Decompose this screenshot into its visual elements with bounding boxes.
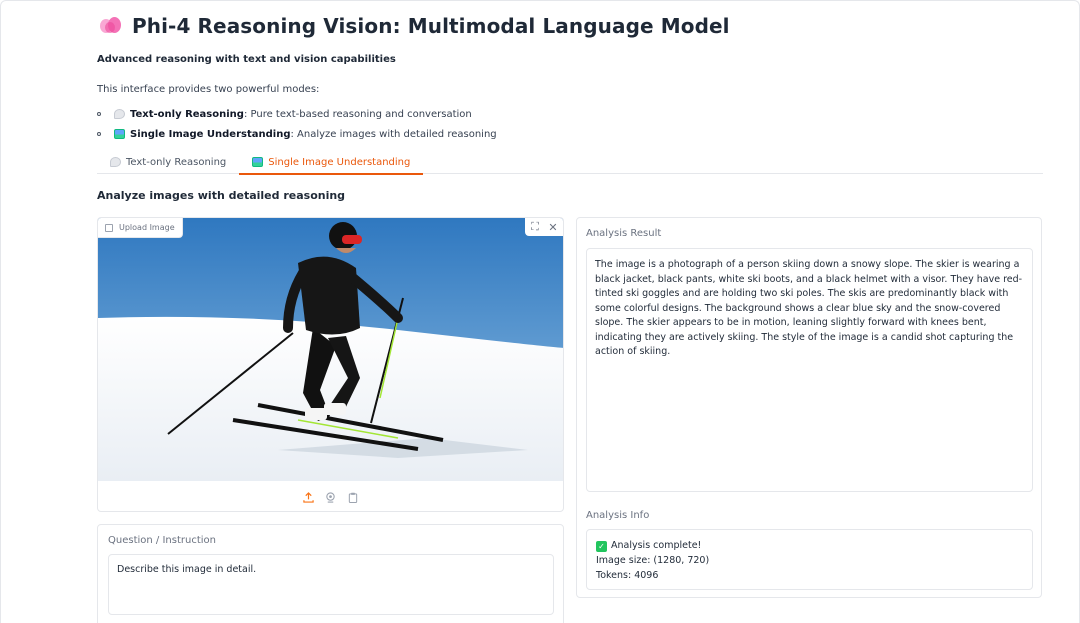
page-header: Phi-4 Reasoning Vision: Multimodal Langu…	[100, 11, 730, 41]
tab-label: Single Image Understanding	[268, 156, 411, 168]
image-size-text: Image size: (1280, 720)	[596, 555, 710, 566]
mode-description: : Analyze images with detailed reasoning	[290, 128, 497, 140]
analysis-result-output[interactable]: The image is a photograph of a person sk…	[586, 248, 1033, 492]
status-line: ✓ Analysis complete!	[596, 538, 1023, 553]
section-heading: Analyze images with detailed reasoning	[97, 189, 346, 202]
tab-text-only[interactable]: Text-only Reasoning	[97, 150, 239, 174]
list-item: Text-only Reasoning : Pure text-based re…	[97, 104, 497, 124]
upload-glyph	[303, 491, 314, 503]
question-input[interactable]: Describe this image in detail.	[108, 554, 554, 615]
mode-description: : Pure text-based reasoning and conversa…	[243, 108, 472, 120]
bullet	[97, 132, 101, 136]
mode-name: Text-only Reasoning	[130, 108, 244, 120]
upload-label-text: Upload Image	[119, 223, 175, 232]
speech-bubble-icon	[110, 157, 121, 167]
mode-list: Text-only Reasoning : Pure text-based re…	[97, 104, 497, 144]
webcam-icon[interactable]	[324, 490, 338, 504]
framed-picture-icon	[114, 129, 125, 139]
check-icon: ✓	[596, 541, 607, 552]
image-upload-panel[interactable]: Upload Image ⛶ ✕	[97, 217, 564, 512]
page-title: Phi-4 Reasoning Vision: Multimodal Langu…	[132, 14, 730, 38]
image-icon	[105, 223, 113, 232]
bullet	[97, 112, 101, 116]
upload-icon[interactable]	[302, 490, 316, 504]
webcam-glyph	[326, 491, 335, 503]
question-label: Question / Instruction	[108, 535, 216, 546]
analysis-info-label: Analysis Info	[586, 510, 650, 521]
result-panel: Analysis Result The image is a photograp…	[576, 217, 1042, 598]
fullscreen-icon[interactable]: ⛶	[528, 220, 542, 234]
speech-bubble-icon	[114, 109, 125, 119]
page-subtitle: Advanced reasoning with text and vision …	[97, 54, 396, 65]
upload-image-label: Upload Image	[98, 218, 183, 238]
clipboard-glyph	[348, 492, 357, 503]
image-source-bar	[98, 481, 563, 511]
list-item: Single Image Understanding : Analyze ima…	[97, 124, 497, 144]
analysis-result-label: Analysis Result	[586, 228, 662, 239]
brain-icon	[100, 16, 122, 36]
tab-label: Text-only Reasoning	[126, 156, 227, 168]
clipboard-icon[interactable]	[346, 490, 360, 504]
close-icon[interactable]: ✕	[546, 220, 560, 234]
tokens-text: Tokens: 4096	[596, 570, 659, 581]
analysis-info-output[interactable]: ✓ Analysis complete! Image size: (1280, 7…	[586, 529, 1033, 590]
intro-text: This interface provides two powerful mod…	[97, 84, 320, 95]
mode-name: Single Image Understanding	[130, 128, 291, 140]
image-controls: ⛶ ✕	[525, 218, 563, 236]
tab-single-image[interactable]: Single Image Understanding	[239, 150, 424, 175]
status-text: Analysis complete!	[611, 540, 702, 551]
mode-tabs: Text-only Reasoning Single Image Underst…	[97, 150, 1043, 175]
framed-picture-icon	[252, 157, 264, 167]
uploaded-photo	[98, 218, 563, 481]
question-panel: Question / Instruction Describe this ima…	[97, 524, 564, 623]
